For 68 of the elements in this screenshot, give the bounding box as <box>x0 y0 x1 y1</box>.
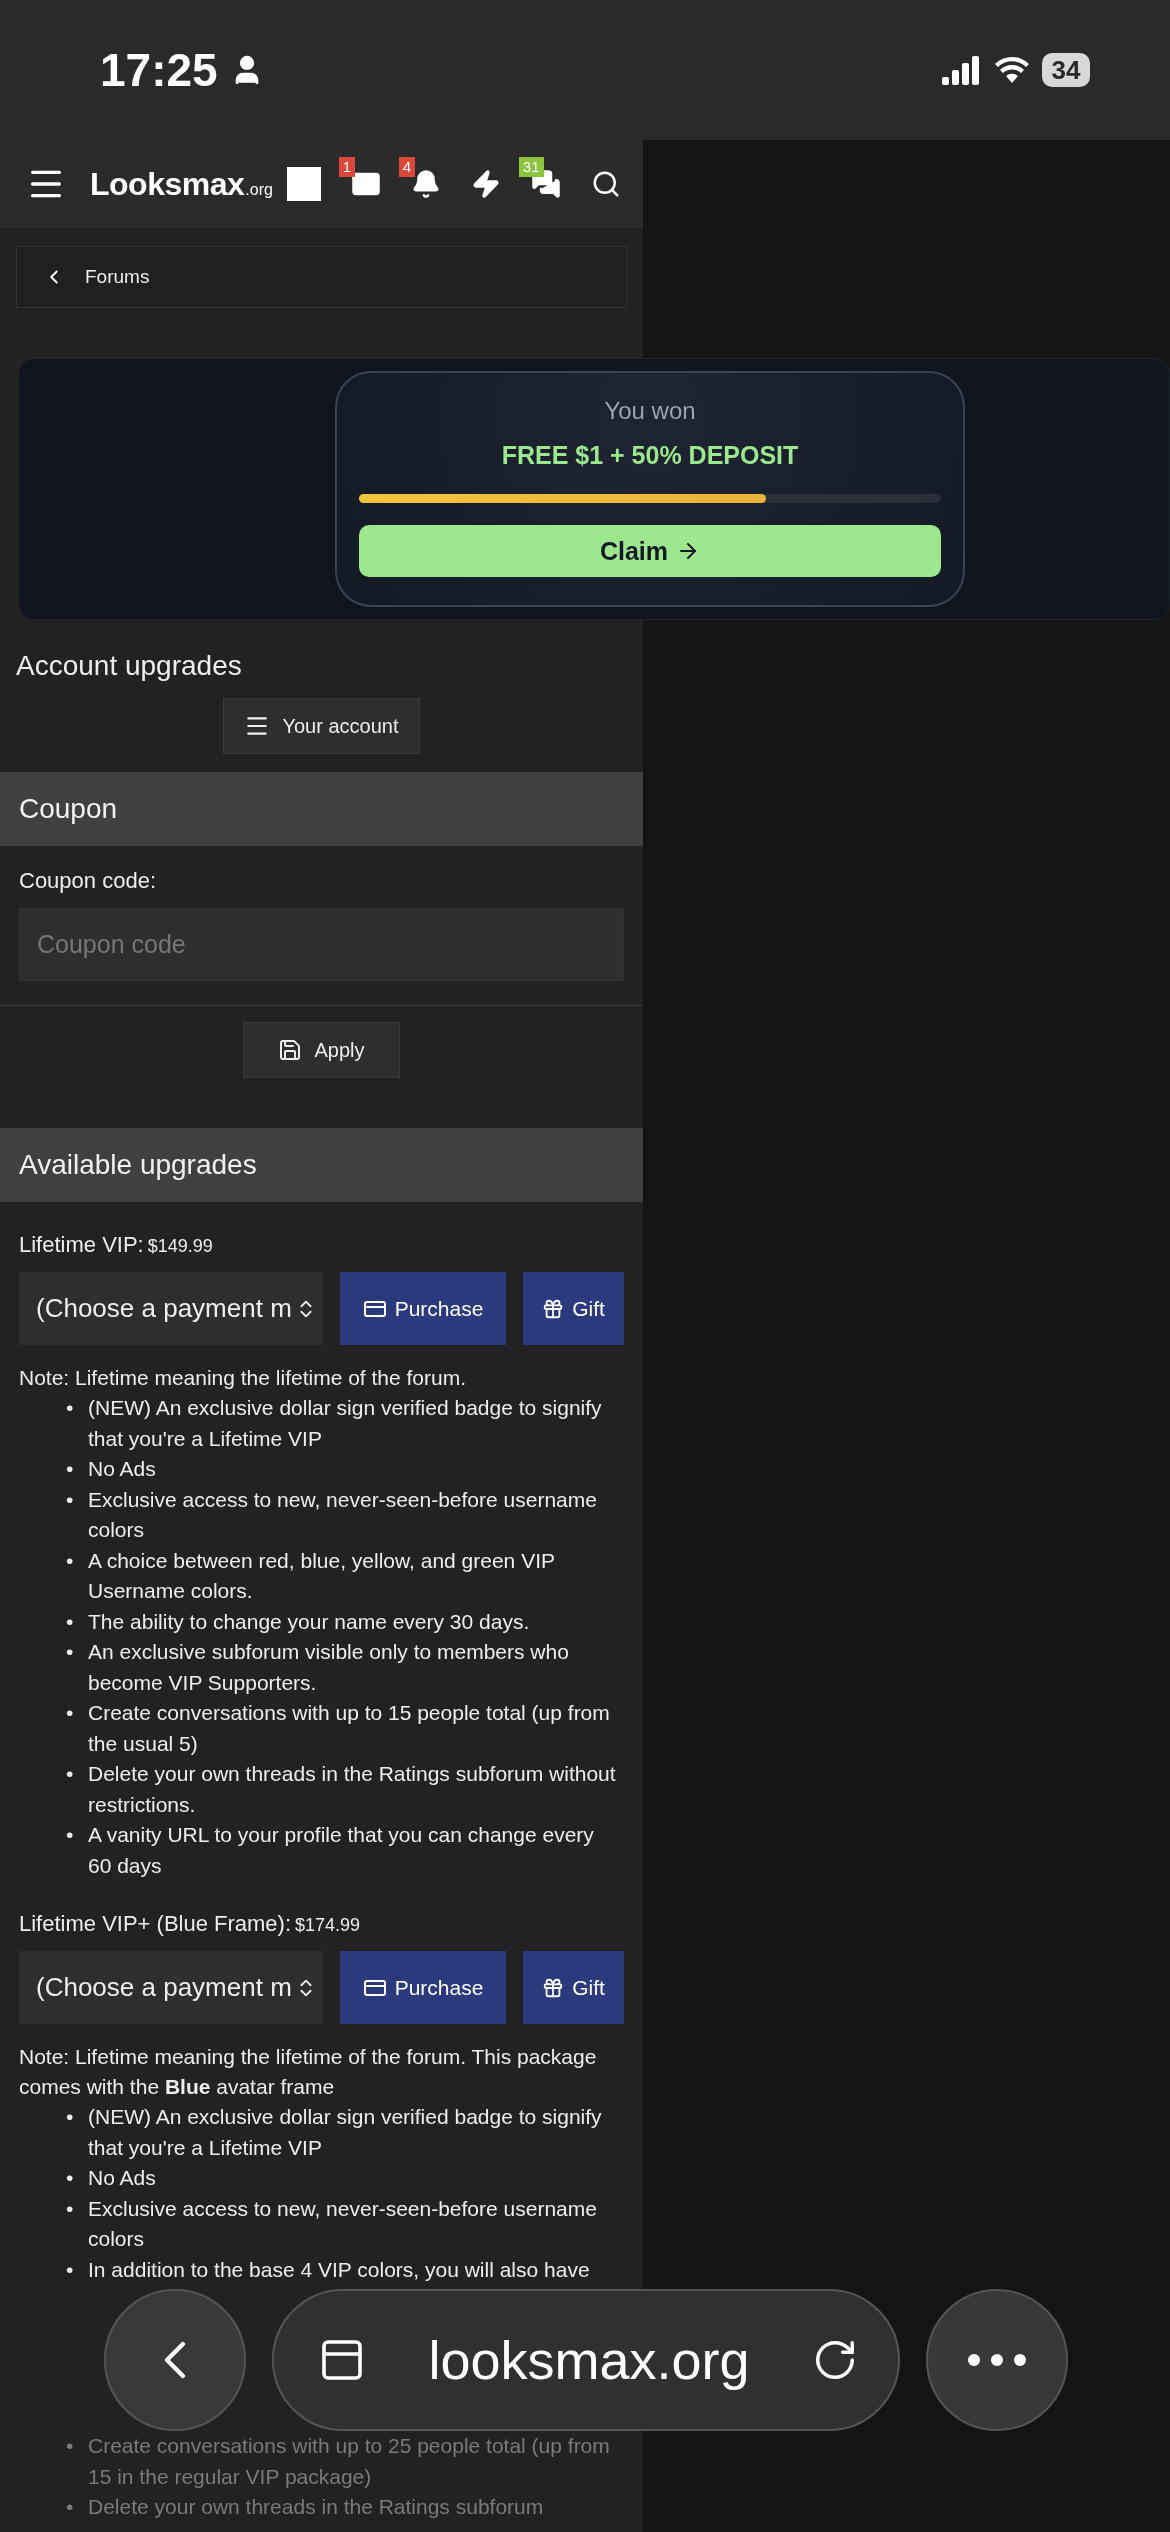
breadcrumb-bar[interactable]: Forums <box>16 246 627 308</box>
site-logo[interactable]: Looksmax <box>90 165 245 203</box>
bullet: • <box>66 1700 74 1726</box>
bullet: • <box>66 1395 74 1421</box>
note-text: Note: Lifetime meaning the lifetime of the forum. <box>19 1365 468 1391</box>
gift-icon <box>542 1297 565 1320</box>
feature-text: Exclusive access to new, never-seen-before username colors <box>88 1486 598 1543</box>
bullet: • <box>66 1761 74 1787</box>
address-bar[interactable]: looksmax.org <box>272 2289 900 2431</box>
feature-text: (NEW) An exclusive dollar sign verified badge to signify that you're a Lifetime VIP <box>88 1395 603 1452</box>
note-text: Note: Lifetime meaning the lifetime of the forum. This package comes with the Blue avatar frame <box>19 2044 598 2100</box>
account-button[interactable]: Your account <box>223 698 420 754</box>
save-icon <box>278 1038 303 1062</box>
breadcrumb-link[interactable]: Forums <box>85 266 150 288</box>
upgrade-title: Lifetime VIP+ (Blue Frame): $174.99 <box>19 1911 362 1937</box>
feature-text: A choice between red, blue, yellow, and green VIP Username colors. <box>88 1547 556 1604</box>
promo-offer: FREE $1 + 50% DEPOSIT <box>501 441 799 470</box>
promo-title: You won <box>604 397 696 425</box>
feature-text: No Ads <box>88 1456 156 1482</box>
feature-text: Create conversations with up to 15 people total (up from the usual 5) <box>88 1700 611 1757</box>
gift-button[interactable]: Gift <box>523 1951 624 2024</box>
coupon-field[interactable]: Coupon code <box>19 908 624 981</box>
gift-button[interactable]: Gift <box>523 1272 624 1345</box>
field-label: Coupon code: <box>19 868 157 894</box>
feature-text: Create conversations with up to 25 people total (up from 15 in the regular VIP package) <box>88 2433 611 2490</box>
bullet: • <box>66 2165 74 2191</box>
feature-text: Exclusive access to new, never-seen-before username colors <box>88 2195 598 2252</box>
count-badge: 4 <box>398 157 416 177</box>
bullet: • <box>66 2494 74 2520</box>
feature-text: (NEW) An exclusive dollar sign verified badge to signify that you're a Lifetime VIP <box>88 2104 603 2161</box>
status-time: 17:25 <box>100 43 218 97</box>
more-icon <box>968 2354 1026 2366</box>
feature-text: Delete your own threads in the Ratings subforum <box>88 2494 544 2520</box>
bullet: • <box>66 1547 74 1574</box>
battery-icon: 34 <box>1042 53 1090 87</box>
feature-text: A vanity URL to your profile that you can change every 60 days <box>88 1822 595 1879</box>
feature-text: An exclusive subforum visible only to members who become VIP Supporters. <box>88 1639 570 1696</box>
bullet: • <box>66 2104 74 2130</box>
bullet: • <box>66 1608 74 1635</box>
feature-text: The ability to change your name every 30 days. <box>88 1608 530 1635</box>
gift-icon <box>542 1976 565 1999</box>
page-title: Account upgrades <box>16 650 243 682</box>
signal-icon <box>942 55 982 85</box>
logo-suffix: .org <box>245 181 273 199</box>
bullet: • <box>66 2256 74 2283</box>
avatar-square[interactable] <box>286 167 321 201</box>
claim-button[interactable]: Claim <box>359 525 941 577</box>
section-header: Available upgrades <box>0 1128 643 1202</box>
purchase-button[interactable]: Purchase <box>340 1272 506 1345</box>
section-header: Coupon <box>0 772 643 846</box>
feature-text: In addition to the base 4 VIP colors, you will also have <box>88 2256 590 2283</box>
bullet: • <box>66 2433 74 2459</box>
bullet: • <box>66 1486 74 1513</box>
feature-text: Delete your own threads in the Ratings subforum without restrictions. <box>88 1761 616 1818</box>
count-badge: 1 <box>338 157 356 177</box>
bullet: • <box>66 1456 74 1482</box>
bullet: • <box>66 2195 74 2222</box>
bullet: • <box>66 1822 74 1848</box>
feature-text: No Ads <box>88 2165 156 2191</box>
apply-button[interactable]: Apply <box>243 1022 400 1078</box>
wifi-icon <box>994 56 1030 84</box>
bullet: • <box>66 1639 74 1665</box>
upgrade-title: Lifetime VIP: $149.99 <box>19 1232 214 1258</box>
count-badge: 31 <box>518 157 544 177</box>
payment-select[interactable]: (Choose a payment m <box>19 1272 323 1345</box>
purchase-button[interactable]: Purchase <box>340 1951 506 2024</box>
payment-select[interactable]: (Choose a payment m <box>19 1951 323 2024</box>
url-text: looksmax.org <box>428 2329 750 2391</box>
